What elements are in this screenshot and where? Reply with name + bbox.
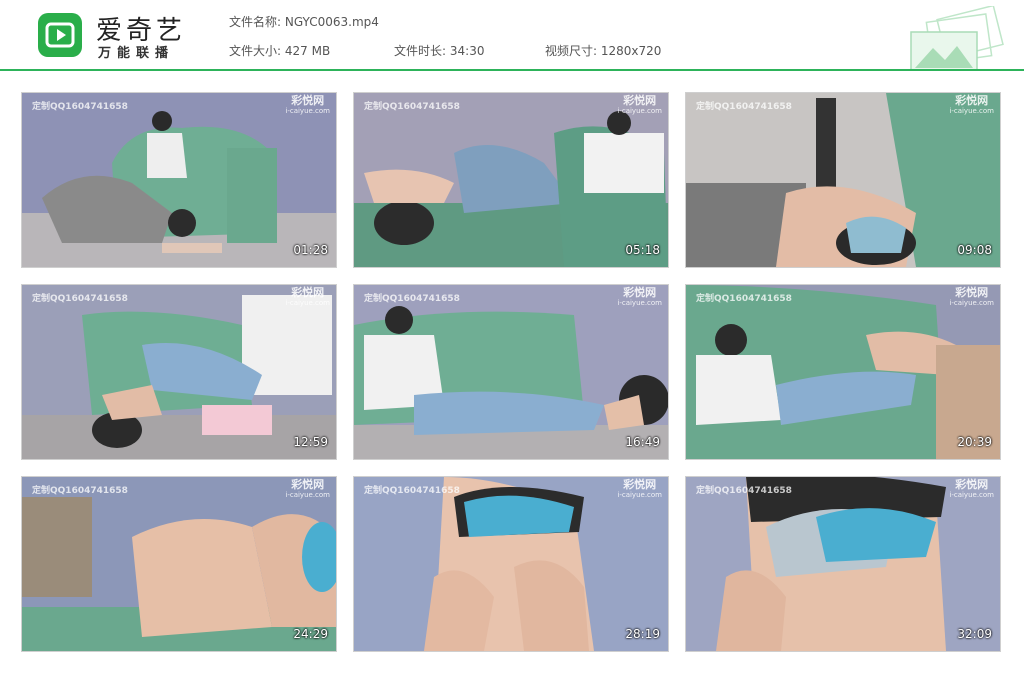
thumbnail-2[interactable]: 定制QQ1604741658 彩悦网 i-caiyue.com 05:18 <box>353 92 669 268</box>
watermark-right: 彩悦网 i-caiyue.com <box>949 479 994 501</box>
thumbnail-3[interactable]: 定制QQ1604741658 彩悦网 i-caiyue.com 09:08 <box>685 92 1001 268</box>
watermark-brand: 彩悦网 <box>291 478 325 491</box>
video-frame-image <box>22 285 336 459</box>
watermark-brand: 彩悦网 <box>955 286 989 299</box>
watermark-right: 彩悦网 i-caiyue.com <box>949 95 994 117</box>
file-name-value: NGYC0063.mp4 <box>284 15 379 29</box>
watermark-left: 定制QQ1604741658 <box>32 102 128 112</box>
watermark-brand: 彩悦网 <box>955 94 989 107</box>
timestamp: 09:08 <box>957 243 992 257</box>
watermark-site: i-caiyue.com <box>949 299 994 307</box>
video-frame-image <box>22 93 336 267</box>
timestamp: 28:19 <box>625 627 660 641</box>
file-size-meta: 文件大小: 427 MB <box>229 42 330 59</box>
duration-label: 文件时长: <box>394 44 447 58</box>
watermark-brand: 彩悦网 <box>623 478 657 491</box>
watermark-left: 定制QQ1604741658 <box>696 294 792 304</box>
watermark-right: 彩悦网 i-caiyue.com <box>285 95 330 117</box>
video-frame-image <box>354 285 668 459</box>
watermark-right: 彩悦网 i-caiyue.com <box>617 287 662 309</box>
watermark-brand: 彩悦网 <box>291 286 325 299</box>
watermark-left: 定制QQ1604741658 <box>364 102 460 112</box>
watermark-brand: 彩悦网 <box>291 94 325 107</box>
timestamp: 01:28 <box>293 243 328 257</box>
video-frame-image <box>22 477 336 651</box>
video-frame-image <box>686 93 1000 267</box>
watermark-brand: 彩悦网 <box>623 286 657 299</box>
watermark-left: 定制QQ1604741658 <box>696 102 792 112</box>
thumbnail-5[interactable]: 定制QQ1604741658 彩悦网 i-caiyue.com 16:49 <box>353 284 669 460</box>
thumbnail-4[interactable]: 定制QQ1604741658 彩悦网 i-caiyue.com 12:59 <box>21 284 337 460</box>
file-name-label: 文件名称: <box>229 15 282 29</box>
header-divider <box>0 69 1024 71</box>
duration-meta: 文件时长: 34:30 <box>394 42 484 59</box>
timestamp: 05:18 <box>625 243 660 257</box>
iqiyi-logo-icon <box>38 13 82 57</box>
watermark-left: 定制QQ1604741658 <box>364 486 460 496</box>
watermark-brand: 彩悦网 <box>623 94 657 107</box>
thumbnail-7[interactable]: 定制QQ1604741658 彩悦网 i-caiyue.com 24:29 <box>21 476 337 652</box>
watermark-site: i-caiyue.com <box>285 107 330 115</box>
video-frame-image <box>686 477 1000 651</box>
resolution-meta: 视频尺寸: 1280x720 <box>545 42 661 59</box>
thumbnail-6[interactable]: 定制QQ1604741658 彩悦网 i-caiyue.com 20:39 <box>685 284 1001 460</box>
watermark-right: 彩悦网 i-caiyue.com <box>949 287 994 309</box>
file-name-meta: 文件名称: NGYC0063.mp4 <box>229 13 379 30</box>
resolution-label: 视频尺寸: <box>545 44 598 58</box>
thumbnail-8[interactable]: 定制QQ1604741658 彩悦网 i-caiyue.com 28:19 <box>353 476 669 652</box>
watermark-right: 彩悦网 i-caiyue.com <box>285 479 330 501</box>
watermark-site: i-caiyue.com <box>285 299 330 307</box>
watermark-site: i-caiyue.com <box>617 491 662 499</box>
file-size-value: 427 MB <box>284 44 331 58</box>
video-frame-image <box>354 93 668 267</box>
watermark-site: i-caiyue.com <box>285 491 330 499</box>
video-frame-image <box>354 477 668 651</box>
watermark-left: 定制QQ1604741658 <box>32 294 128 304</box>
watermark-site: i-caiyue.com <box>617 299 662 307</box>
timestamp: 32:09 <box>957 627 992 641</box>
watermark-right: 彩悦网 i-caiyue.com <box>617 479 662 501</box>
watermark-left: 定制QQ1604741658 <box>696 486 792 496</box>
watermark-left: 定制QQ1604741658 <box>364 294 460 304</box>
timestamp: 12:59 <box>293 435 328 449</box>
photo-stack-decoration-icon <box>910 6 1004 70</box>
watermark-site: i-caiyue.com <box>949 107 994 115</box>
resolution-value: 1280x720 <box>600 44 662 58</box>
header: 爱奇艺 万能联播 文件名称: NGYC0063.mp4 文件大小: 427 MB… <box>0 0 1024 71</box>
watermark-site: i-caiyue.com <box>617 107 662 115</box>
video-frame-image <box>686 285 1000 459</box>
watermark-brand: 彩悦网 <box>955 478 989 491</box>
file-size-label: 文件大小: <box>229 44 282 58</box>
thumbnail-1[interactable]: 定制QQ1604741658 彩悦网 i-caiyue.com 01:28 <box>21 92 337 268</box>
watermark-right: 彩悦网 i-caiyue.com <box>617 95 662 117</box>
brand-subtitle: 万能联播 <box>98 46 175 61</box>
duration-value: 34:30 <box>449 44 485 58</box>
watermark-right: 彩悦网 i-caiyue.com <box>285 287 330 309</box>
thumbnail-9[interactable]: 定制QQ1604741658 彩悦网 i-caiyue.com 32:09 <box>685 476 1001 652</box>
timestamp: 20:39 <box>957 435 992 449</box>
watermark-left: 定制QQ1604741658 <box>32 486 128 496</box>
timestamp: 16:49 <box>625 435 660 449</box>
watermark-site: i-caiyue.com <box>949 491 994 499</box>
timestamp: 24:29 <box>293 627 328 641</box>
